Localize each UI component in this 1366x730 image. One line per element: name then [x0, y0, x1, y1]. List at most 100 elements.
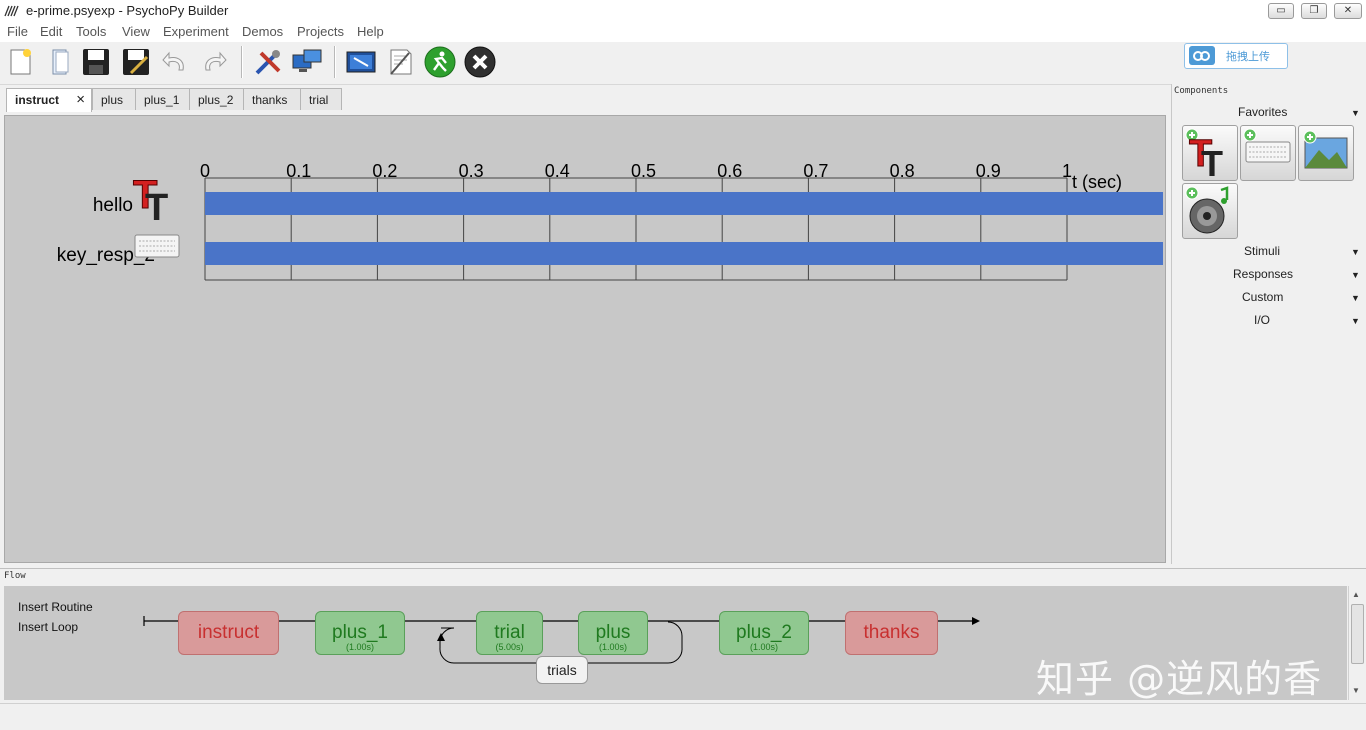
routine-canvas[interactable]: 0 0.1 0.2 0.3 0.4 0.5 0.6 0.7 0.8 0.9 1 t (sec) he…	[4, 115, 1166, 563]
cloud-icon	[1189, 46, 1215, 65]
component-bar-hello[interactable]	[205, 192, 1163, 215]
flow-routine-plus[interactable]: plus (1.00s)	[578, 611, 648, 655]
tab-plus-1[interactable]: plus_1	[135, 88, 190, 110]
status-bar	[0, 703, 1366, 730]
routine-name: plus_2	[736, 622, 792, 643]
io-category[interactable]: I/O	[1254, 313, 1270, 327]
stimuli-expand-icon[interactable]: ▼	[1351, 247, 1360, 257]
flow-scrollbar[interactable]: ▲ ▼	[1348, 586, 1365, 700]
menu-bar: File Edit Tools View Experiment Demos Pr…	[0, 22, 1366, 42]
restore-button[interactable]: ❐	[1301, 3, 1327, 19]
minimize-button[interactable]: ▭	[1268, 3, 1294, 19]
svg-text:T: T	[145, 187, 168, 229]
menu-experiment[interactable]: Experiment	[163, 24, 229, 39]
routine-duration: (5.00s)	[495, 642, 524, 652]
experiment-settings-icon[interactable]	[344, 45, 378, 79]
save-as-icon[interactable]	[119, 45, 153, 79]
favorites-category[interactable]: Favorites	[1238, 105, 1287, 119]
routine-name: plus_1	[332, 622, 388, 643]
monitor-center-icon[interactable]	[290, 45, 324, 79]
routine-tab-strip: instruct × plus plus_1 plus_2 thanks tri…	[4, 88, 1166, 112]
sound-component-icon[interactable]	[1182, 183, 1238, 239]
flow-header: Flow	[4, 571, 26, 581]
scroll-up-icon[interactable]: ▲	[1352, 590, 1360, 599]
io-expand-icon[interactable]: ▼	[1351, 316, 1360, 326]
save-icon[interactable]	[79, 45, 113, 79]
keyboard-component-icon[interactable]	[134, 234, 180, 258]
window-title: e-prime.psyexp - PsychoPy Builder	[26, 3, 229, 18]
toolbar	[0, 42, 1366, 85]
tab-trial[interactable]: trial	[300, 88, 342, 110]
custom-expand-icon[interactable]: ▼	[1351, 293, 1360, 303]
menu-help[interactable]: Help	[357, 24, 384, 39]
timeline-axis-label: t (sec)	[1072, 172, 1122, 192]
tab-plus-2[interactable]: plus_2	[189, 88, 244, 110]
tab-plus[interactable]: plus	[92, 88, 136, 110]
toolbar-separator	[334, 46, 336, 78]
flow-routine-instruct[interactable]: instruct	[178, 611, 279, 655]
timeline-tick-label: 0	[200, 161, 210, 181]
menu-projects[interactable]: Projects	[297, 24, 344, 39]
routine-name: plus	[595, 622, 631, 643]
menu-tools[interactable]: Tools	[76, 24, 106, 39]
components-header: Components	[1174, 86, 1229, 96]
component-bar-key-resp-2[interactable]	[205, 242, 1163, 265]
new-file-icon[interactable]	[3, 45, 37, 79]
tab-thanks[interactable]: thanks	[243, 88, 301, 110]
component-name-hello[interactable]: hello	[93, 195, 133, 216]
close-tab-icon[interactable]: ×	[76, 89, 85, 111]
tab-label: instruct	[15, 93, 60, 107]
redo-icon[interactable]	[197, 45, 231, 79]
flow-routine-plus-1[interactable]: plus_1 (1.00s)	[315, 611, 405, 655]
routine-name: instruct	[197, 622, 260, 643]
menu-edit[interactable]: Edit	[40, 24, 62, 39]
timeline-tick-label: 0.1	[286, 161, 311, 181]
routine-name: thanks	[863, 622, 920, 643]
image-component-icon[interactable]	[1298, 125, 1354, 181]
tab-instruct[interactable]: instruct ×	[6, 88, 92, 112]
text-component-icon[interactable]: T T	[133, 173, 169, 230]
timeline-tick-label: 0.5	[631, 161, 656, 181]
scroll-thumb[interactable]	[1351, 604, 1364, 664]
watermark: 知乎 @逆风的香	[1036, 657, 1323, 701]
psychopy-app-icon	[4, 5, 19, 17]
flow-routine-plus-2[interactable]: plus_2 (1.00s)	[719, 611, 809, 655]
timeline-tick-label: 0.8	[890, 161, 915, 181]
favorites-expand-icon[interactable]: ▼	[1351, 108, 1360, 118]
flow-routine-trial[interactable]: trial (5.00s)	[476, 611, 543, 655]
timeline-tick-label: 0.2	[372, 161, 397, 181]
stimuli-category[interactable]: Stimuli	[1244, 244, 1280, 258]
keyboard-component-icon[interactable]	[1240, 125, 1296, 181]
flow-loop-trials[interactable]: trials	[536, 656, 588, 684]
timeline: 0 0.1 0.2 0.3 0.4 0.5 0.6 0.7 0.8 0.9 1 t (sec) he…	[57, 161, 1163, 281]
run-icon[interactable]	[423, 45, 457, 79]
timeline-tick-label: 0.7	[803, 161, 828, 181]
menu-view[interactable]: View	[122, 24, 150, 39]
responses-category[interactable]: Responses	[1233, 267, 1293, 281]
timeline-tick-label: 1	[1062, 161, 1072, 181]
timeline-tick-label: 0.4	[545, 161, 570, 181]
menu-demos[interactable]: Demos	[242, 24, 283, 39]
compile-script-icon[interactable]	[383, 45, 417, 79]
undo-icon[interactable]	[158, 45, 192, 79]
routine-duration: (1.00s)	[598, 642, 627, 652]
routine-duration: (1.00s)	[749, 642, 778, 652]
upload-label: 拖拽上传	[1226, 51, 1270, 63]
preferences-icon[interactable]	[251, 45, 285, 79]
timeline-tick-label: 0.9	[976, 161, 1001, 181]
menu-file[interactable]: File	[7, 24, 28, 39]
open-file-icon[interactable]	[43, 45, 77, 79]
scroll-down-icon[interactable]: ▼	[1352, 686, 1360, 695]
stop-icon[interactable]	[463, 45, 497, 79]
flow-routine-thanks[interactable]: thanks	[845, 611, 938, 655]
toolbar-separator	[241, 46, 243, 78]
timeline-tick-label: 0.3	[459, 161, 484, 181]
text-component-icon[interactable]: T T	[1182, 125, 1238, 184]
routine-duration: (1.00s)	[345, 642, 374, 652]
custom-category[interactable]: Custom	[1242, 290, 1283, 304]
svg-text:T: T	[1201, 143, 1223, 180]
responses-expand-icon[interactable]: ▼	[1351, 270, 1360, 280]
close-button[interactable]: ✕	[1334, 3, 1362, 19]
routine-name: trial	[494, 622, 525, 643]
timeline-tick-label: 0.6	[717, 161, 742, 181]
